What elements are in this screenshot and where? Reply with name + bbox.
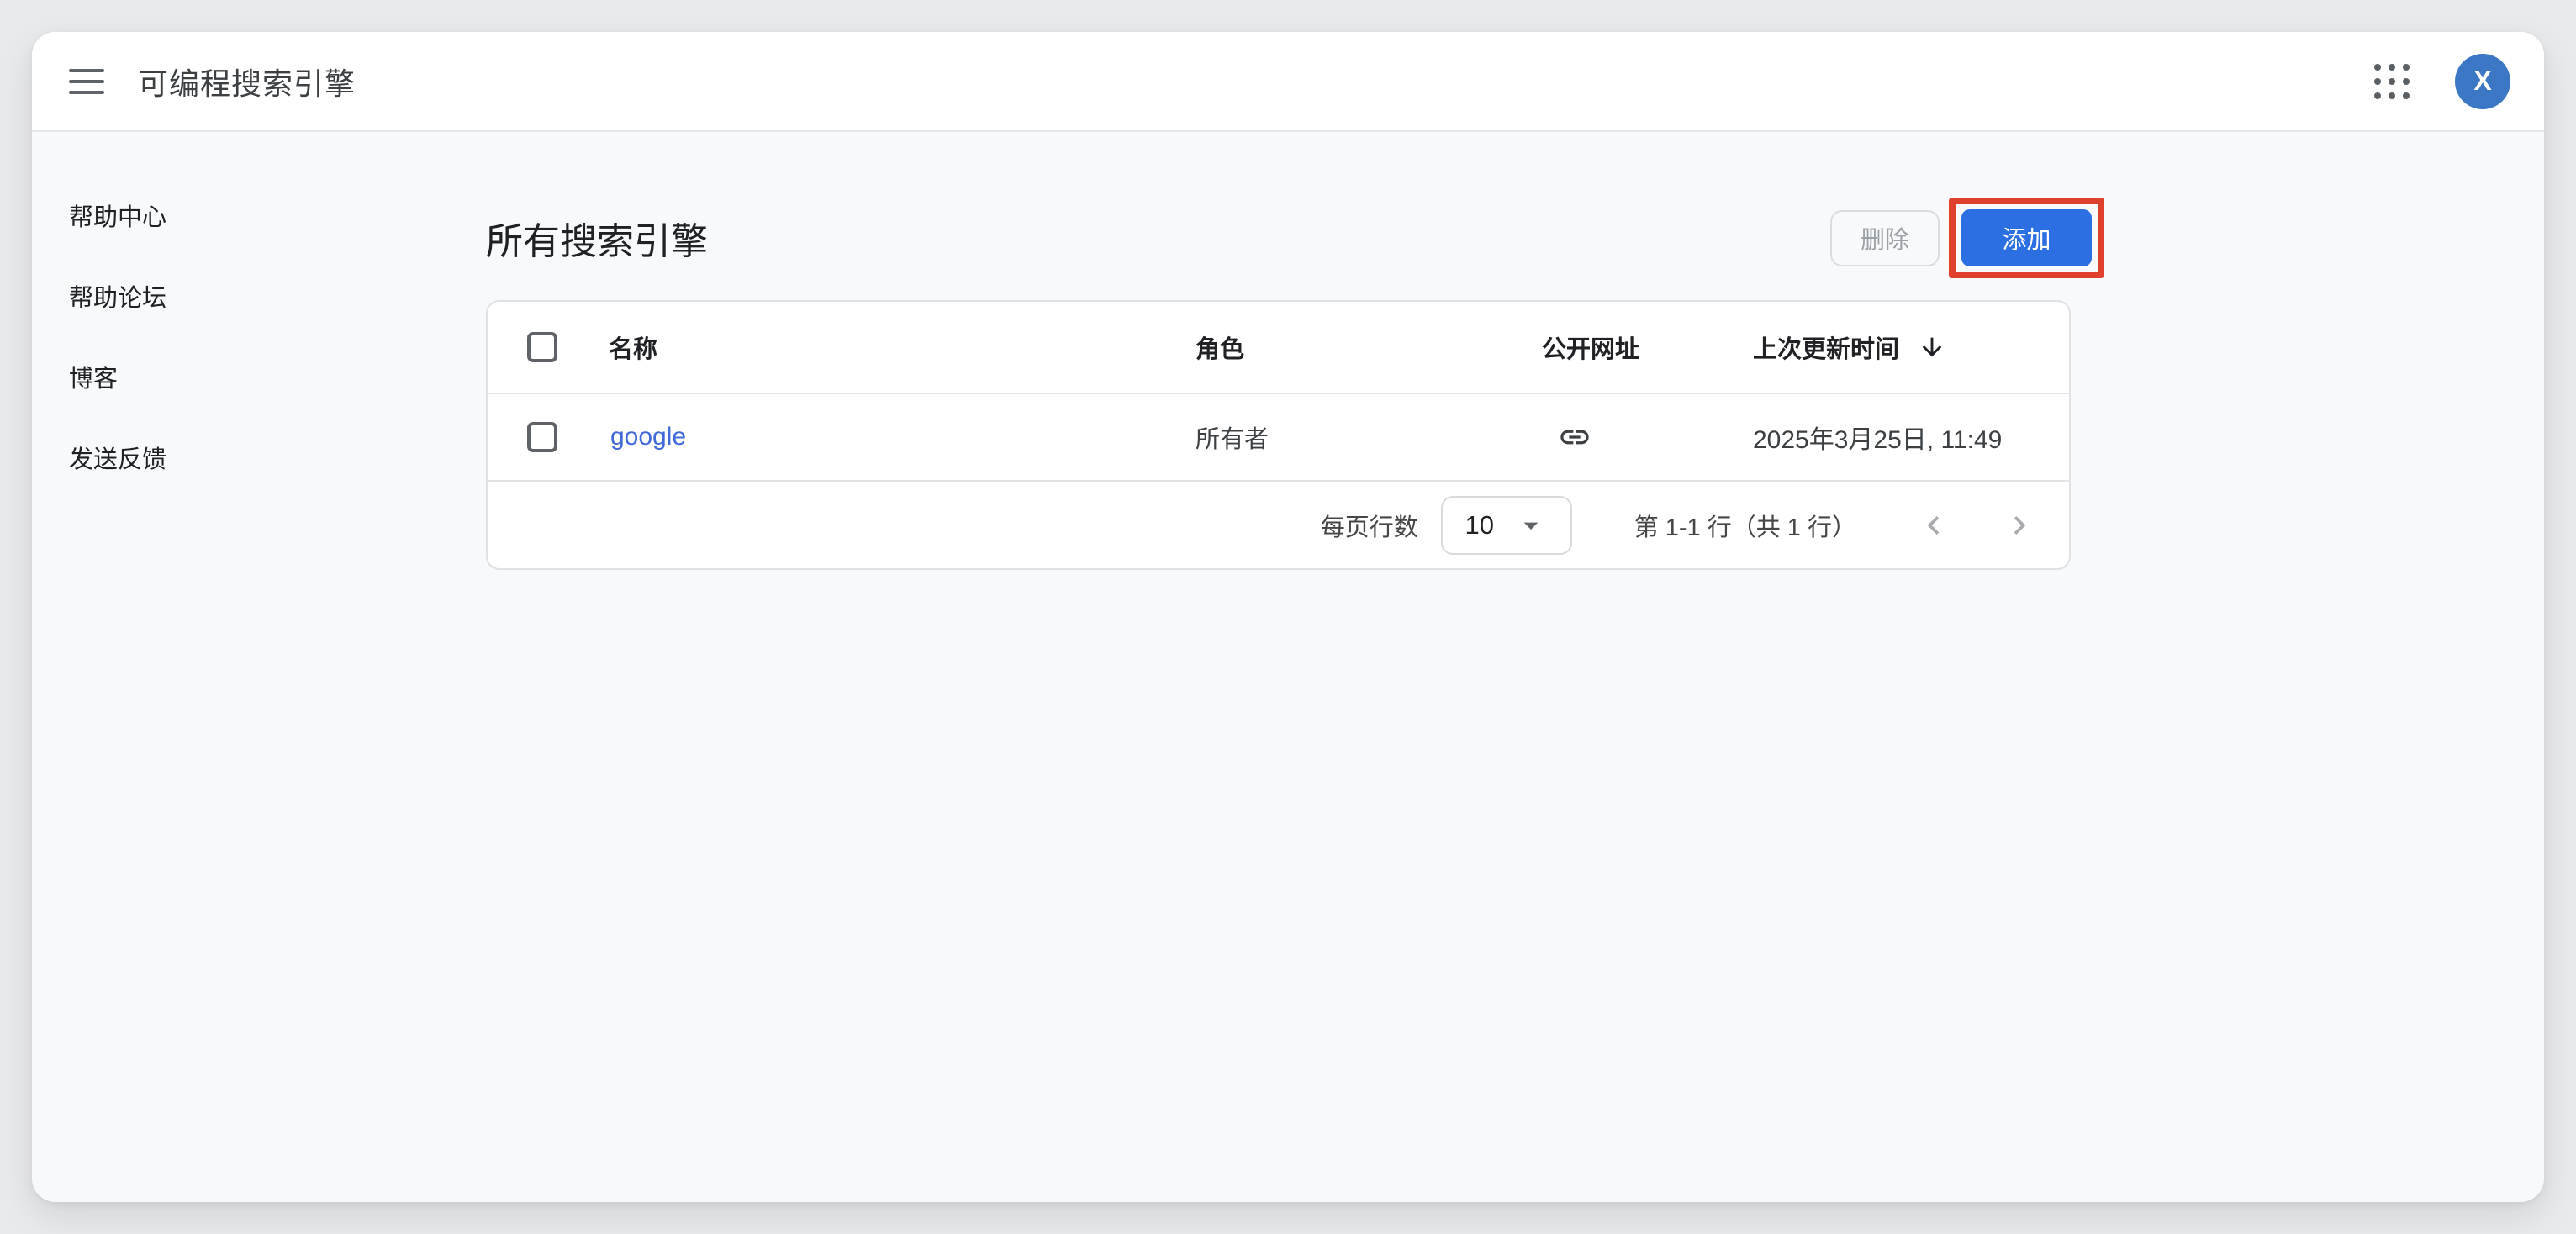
column-header-last-updated-label: 上次更新时间 (1753, 330, 1899, 365)
sidebar-item-help-forum[interactable]: 帮助论坛 (69, 256, 472, 336)
rows-per-page-select[interactable]: 10 (1441, 496, 1572, 555)
rows-per-page-label: 每页行数 (1321, 508, 1418, 543)
table-header-row: 名称 角色 公开网址 上次更新时间 (488, 302, 2069, 394)
highlight-annotation: 添加 (1949, 198, 2104, 278)
avatar[interactable]: X (2455, 54, 2510, 109)
sidebar-item-blog[interactable]: 博客 (69, 336, 472, 417)
app-window: 可编程搜索引擎 X 帮助中心 帮助论坛 博客 发送反馈 所有搜索引擎 删除 添加 (32, 32, 2544, 1202)
top-bar: 可编程搜索引擎 X (32, 32, 2544, 132)
sidebar: 帮助中心 帮助论坛 博客 发送反馈 (69, 132, 472, 498)
page-title: 所有搜索引擎 (486, 211, 708, 265)
row-checkbox[interactable] (527, 422, 557, 452)
engine-name-link[interactable]: google (610, 423, 686, 451)
column-header-public-url[interactable]: 公开网址 (1542, 330, 1639, 365)
menu-icon[interactable] (69, 69, 104, 94)
app-title: 可编程搜索引擎 (138, 60, 356, 103)
chevron-right-icon (2001, 507, 2038, 544)
sort-descending-icon (1918, 333, 1946, 361)
sidebar-item-help-center[interactable]: 帮助中心 (69, 175, 472, 256)
table-pagination: 每页行数 10 第 1-1 行（共 1 行） (488, 482, 2069, 568)
caret-down-icon (1514, 509, 1548, 542)
sidebar-item-send-feedback[interactable]: 发送反馈 (69, 417, 472, 498)
apps-grid-icon[interactable] (2369, 59, 2415, 104)
pagination-range-text: 第 1-1 行（共 1 行） (1634, 508, 1856, 543)
search-engines-table: 名称 角色 公开网址 上次更新时间 google 所有者 (486, 300, 2071, 570)
select-all-checkbox[interactable] (527, 332, 557, 362)
engine-role: 所有者 (1196, 419, 1269, 455)
add-button[interactable]: 添加 (1961, 209, 2092, 266)
delete-button[interactable]: 删除 (1830, 210, 1940, 266)
rows-per-page-value: 10 (1465, 510, 1493, 541)
next-page-button[interactable] (2001, 507, 2038, 544)
column-header-role[interactable]: 角色 (1196, 330, 1244, 365)
public-url-link-icon[interactable] (1558, 420, 1592, 454)
column-header-name[interactable]: 名称 (609, 330, 657, 365)
main-content: 所有搜索引擎 删除 添加 名称 角色 公开网址 上次更新时间 (486, 132, 2104, 570)
column-header-last-updated[interactable]: 上次更新时间 (1753, 330, 1946, 365)
previous-page-button[interactable] (1915, 507, 1952, 544)
table-row: google 所有者 2025年3月25日, 11:49 (488, 394, 2069, 482)
chevron-left-icon (1915, 507, 1952, 544)
engine-last-updated: 2025年3月25日, 11:49 (1753, 419, 2002, 456)
